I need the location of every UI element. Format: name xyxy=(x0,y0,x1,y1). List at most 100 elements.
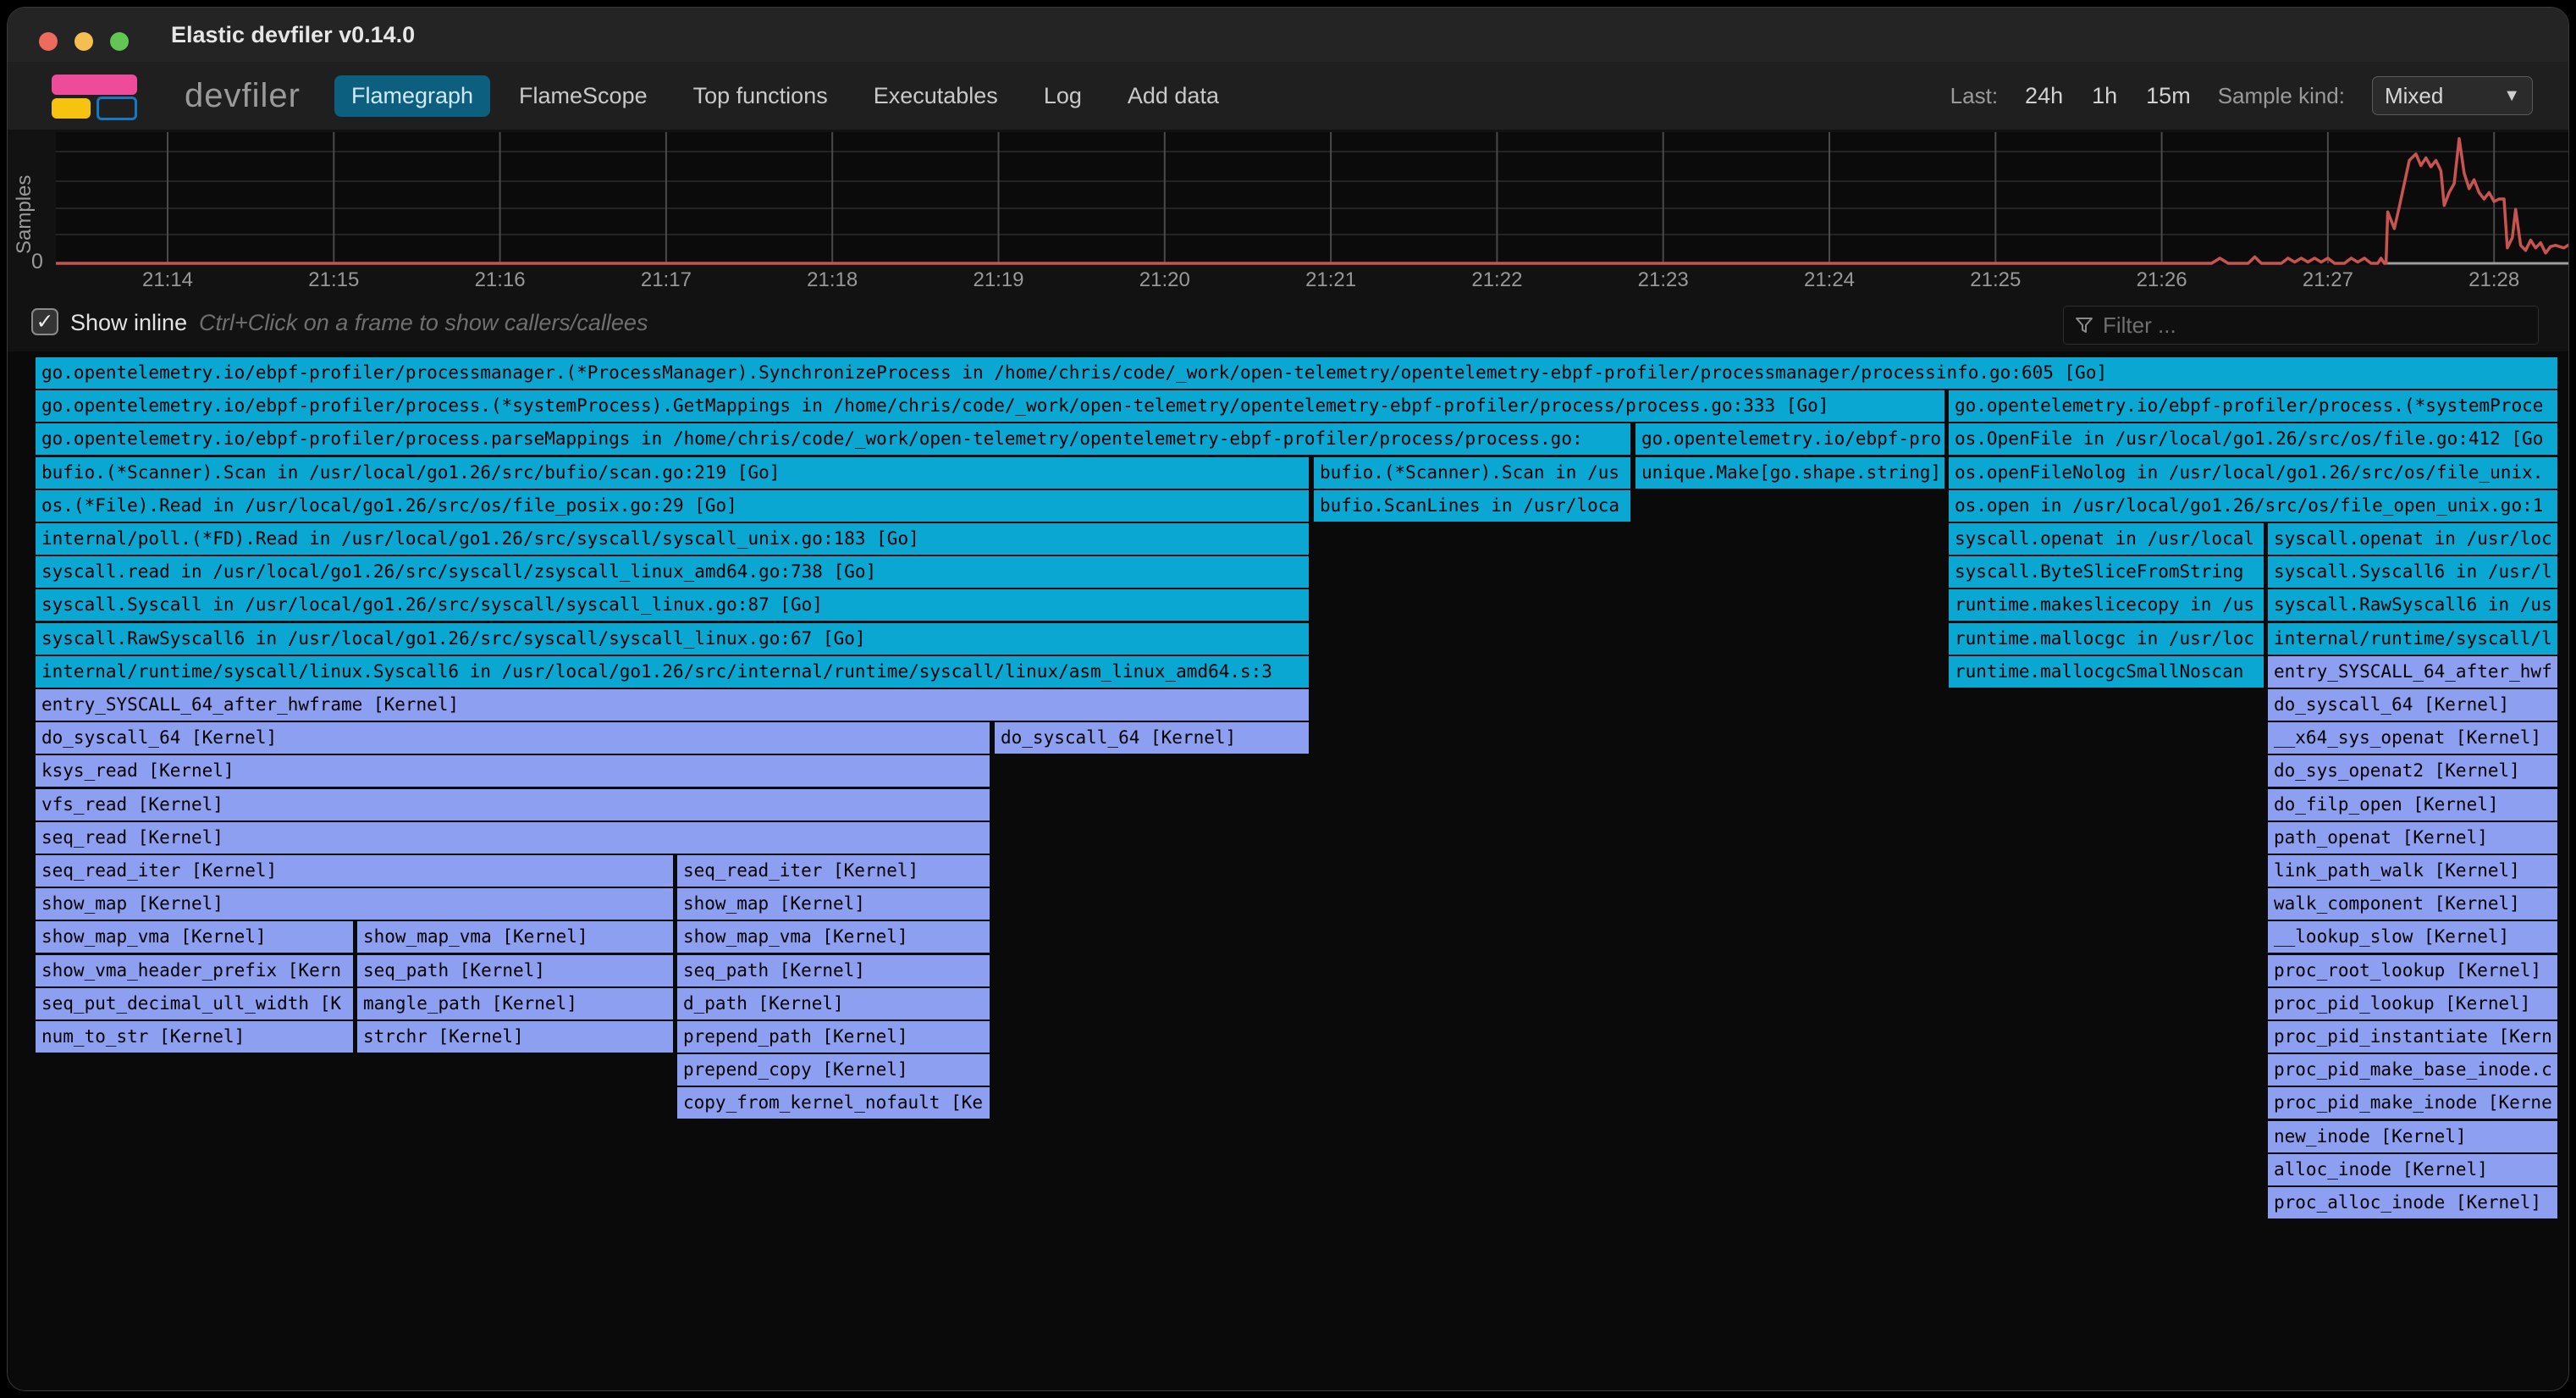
flame-frame[interactable]: show_map_vma [Kernel] xyxy=(357,921,673,953)
flame-frame[interactable]: syscall.openat in /usr/loc xyxy=(2268,523,2557,555)
flame-frame[interactable]: walk_component [Kernel] xyxy=(2268,888,2557,920)
tab-flamescope[interactable]: FlameScope xyxy=(502,75,665,117)
window-title: Elastic devfiler v0.14.0 xyxy=(171,22,415,48)
flame-frame[interactable]: runtime.mallocgcSmallNoscan xyxy=(1949,656,2264,688)
flame-frame[interactable]: show_vma_header_prefix [Kern xyxy=(36,955,353,986)
flame-frame[interactable]: __lookup_slow [Kernel] xyxy=(2268,921,2557,953)
flame-frame[interactable]: alloc_inode [Kernel] xyxy=(2268,1154,2557,1185)
flame-frame[interactable]: seq_put_decimal_ull_width [K xyxy=(36,988,353,1019)
flame-frame[interactable]: entry_SYSCALL_64_after_hwframe [Kernel] xyxy=(36,689,1309,721)
flame-frame[interactable]: go.opentelemetry.io/ebpf-profiler/proces… xyxy=(36,390,1944,422)
flame-frame[interactable]: syscall.Syscall6 in /usr/l xyxy=(2268,556,2557,588)
filter-input[interactable]: Filter ... xyxy=(2063,306,2539,345)
range-15m[interactable]: 15m xyxy=(2146,83,2191,109)
samples-chart[interactable]: Samples 0 21:1421:1521:1621:1721:1821:19… xyxy=(8,130,2568,301)
minimize-button[interactable] xyxy=(74,32,93,51)
tab-flamegraph[interactable]: Flamegraph xyxy=(334,75,490,117)
flame-frame[interactable]: bufio.ScanLines in /usr/loca xyxy=(1314,490,1630,522)
x-tick-21:28: 21:28 xyxy=(2443,268,2545,292)
flame-frame[interactable]: bufio.(*Scanner).Scan in /usr/local/go1.… xyxy=(36,457,1309,489)
range-1h[interactable]: 1h xyxy=(2092,83,2117,109)
flame-frame[interactable]: proc_pid_make_base_inode.c xyxy=(2268,1054,2557,1086)
flame-frame[interactable]: syscall.read in /usr/local/go1.26/src/sy… xyxy=(36,556,1309,588)
flame-frame[interactable]: show_map [Kernel] xyxy=(36,888,673,920)
x-tick-21:20: 21:20 xyxy=(1114,268,1216,292)
show-inline-label[interactable]: Show inline xyxy=(70,310,187,336)
sample-kind-select[interactable]: Mixed ▼ xyxy=(2372,76,2533,115)
flame-frame[interactable]: seq_path [Kernel] xyxy=(677,955,990,986)
flame-frame[interactable]: path_openat [Kernel] xyxy=(2268,822,2557,854)
flame-frame[interactable]: go.opentelemetry.io/ebpf-profiler/proces… xyxy=(36,357,2557,389)
flame-frame[interactable]: do_syscall_64 [Kernel] xyxy=(995,722,1309,754)
flame-frame[interactable]: internal/runtime/syscall/linux.Syscall6 … xyxy=(36,656,1309,688)
flame-frame[interactable]: do_syscall_64 [Kernel] xyxy=(2268,689,2557,721)
flame-frame[interactable]: syscall.openat in /usr/local xyxy=(1949,523,2264,555)
flame-frame[interactable]: proc_pid_instantiate [Kern xyxy=(2268,1021,2557,1053)
tab-executables[interactable]: Executables xyxy=(857,75,1015,117)
tab-add-data[interactable]: Add data xyxy=(1111,75,1236,117)
flame-frame[interactable]: os.(*File).Read in /usr/local/go1.26/src… xyxy=(36,490,1309,522)
flame-frame[interactable]: do_sys_openat2 [Kernel] xyxy=(2268,755,2557,787)
flame-frame[interactable]: internal/runtime/syscall/l xyxy=(2268,623,2557,655)
flame-frame[interactable]: __x64_sys_openat [Kernel] xyxy=(2268,722,2557,754)
flame-frame[interactable]: do_syscall_64 [Kernel] xyxy=(36,722,990,754)
flame-frame[interactable]: seq_path [Kernel] xyxy=(357,955,673,986)
flamegraph-toolbar: ✓ Show inline Ctrl+Click on a frame to s… xyxy=(8,301,2568,351)
flame-frame[interactable]: prepend_copy [Kernel] xyxy=(677,1054,990,1086)
flame-frame[interactable]: syscall.ByteSliceFromString xyxy=(1949,556,2264,588)
sample-kind-label: Sample kind: xyxy=(2218,83,2345,109)
flame-frame[interactable]: runtime.mallocgc in /usr/loc xyxy=(1949,623,2264,655)
flame-frame[interactable]: ksys_read [Kernel] xyxy=(36,755,990,787)
nav-tabs: Flamegraph FlameScope Top functions Executa… xyxy=(334,75,1248,117)
devfiler-logo-icon xyxy=(52,75,137,117)
flame-frame[interactable]: unique.Make[go.shape.string] xyxy=(1636,457,1944,489)
close-button[interactable] xyxy=(39,32,58,51)
tab-log[interactable]: Log xyxy=(1027,75,1099,117)
flame-frame[interactable]: seq_read_iter [Kernel] xyxy=(677,855,990,887)
flame-frame[interactable]: mangle_path [Kernel] xyxy=(357,988,673,1019)
flame-frame[interactable]: os.openFileNolog in /usr/local/go1.26/sr… xyxy=(1949,457,2557,489)
flame-frame[interactable]: show_map_vma [Kernel] xyxy=(677,921,990,953)
range-24h[interactable]: 24h xyxy=(2025,83,2063,109)
flame-frame[interactable]: show_map_vma [Kernel] xyxy=(36,921,353,953)
show-inline-checkbox[interactable]: ✓ xyxy=(31,308,58,335)
flame-frame[interactable]: new_inode [Kernel] xyxy=(2268,1121,2557,1152)
x-tick-21:25: 21:25 xyxy=(1944,268,2046,292)
maximize-button[interactable] xyxy=(110,32,129,51)
flame-frame[interactable]: show_map [Kernel] xyxy=(677,888,990,920)
flame-frame[interactable]: seq_read_iter [Kernel] xyxy=(36,855,673,887)
flame-frame[interactable]: syscall.Syscall in /usr/local/go1.26/src… xyxy=(36,589,1309,621)
flame-frame[interactable]: entry_SYSCALL_64_after_hwf xyxy=(2268,656,2557,688)
brand-name: devfiler xyxy=(185,77,301,115)
flame-frame[interactable]: seq_read [Kernel] xyxy=(36,822,990,854)
flame-frame[interactable]: vfs_read [Kernel] xyxy=(36,789,990,821)
flame-frame[interactable]: prepend_path [Kernel] xyxy=(677,1021,990,1053)
flame-frame[interactable]: syscall.RawSyscall6 in /usr/local/go1.26… xyxy=(36,623,1309,655)
flame-frame[interactable]: proc_alloc_inode [Kernel] xyxy=(2268,1187,2557,1218)
flame-frame[interactable]: os.OpenFile in /usr/local/go1.26/src/os/… xyxy=(1949,423,2557,455)
x-tick-21:23: 21:23 xyxy=(1613,268,1714,292)
flame-frame[interactable]: syscall.RawSyscall6 in /us xyxy=(2268,589,2557,621)
x-tick-21:21: 21:21 xyxy=(1280,268,1382,292)
flame-frame[interactable]: num_to_str [Kernel] xyxy=(36,1021,353,1053)
flame-frame[interactable]: go.opentelemetry.io/ebpf-profiler/proces… xyxy=(36,423,1630,455)
x-tick-21:14: 21:14 xyxy=(117,268,218,292)
flame-frame[interactable]: proc_pid_make_inode [Kerne xyxy=(2268,1087,2557,1119)
flame-frame[interactable]: go.opentelemetry.io/ebpf-pro xyxy=(1636,423,1944,455)
flame-frame[interactable]: copy_from_kernel_nofault [Ke xyxy=(677,1087,990,1119)
logo-pink-block xyxy=(52,75,137,95)
flame-frame[interactable]: runtime.makeslicecopy in /us xyxy=(1949,589,2264,621)
flame-frame[interactable]: d_path [Kernel] xyxy=(677,988,990,1019)
funnel-icon xyxy=(2074,315,2094,335)
flame-frame[interactable]: bufio.(*Scanner).Scan in /us xyxy=(1314,457,1630,489)
flame-frame[interactable]: go.opentelemetry.io/ebpf-profiler/proces… xyxy=(1949,390,2557,422)
flame-frame[interactable]: link_path_walk [Kernel] xyxy=(2268,855,2557,887)
flame-frame[interactable]: internal/poll.(*FD).Read in /usr/local/g… xyxy=(36,523,1309,555)
nav-right: Last: 24h1h15m Sample kind: Mixed ▼ xyxy=(1950,62,2533,130)
tab-top-functions[interactable]: Top functions xyxy=(676,75,845,117)
flame-frame[interactable]: os.open in /usr/local/go1.26/src/os/file… xyxy=(1949,490,2557,522)
flame-frame[interactable]: proc_pid_lookup [Kernel] xyxy=(2268,988,2557,1019)
flame-frame[interactable]: proc_root_lookup [Kernel] xyxy=(2268,955,2557,986)
flame-frame[interactable]: strchr [Kernel] xyxy=(357,1021,673,1053)
flame-frame[interactable]: do_filp_open [Kernel] xyxy=(2268,789,2557,821)
